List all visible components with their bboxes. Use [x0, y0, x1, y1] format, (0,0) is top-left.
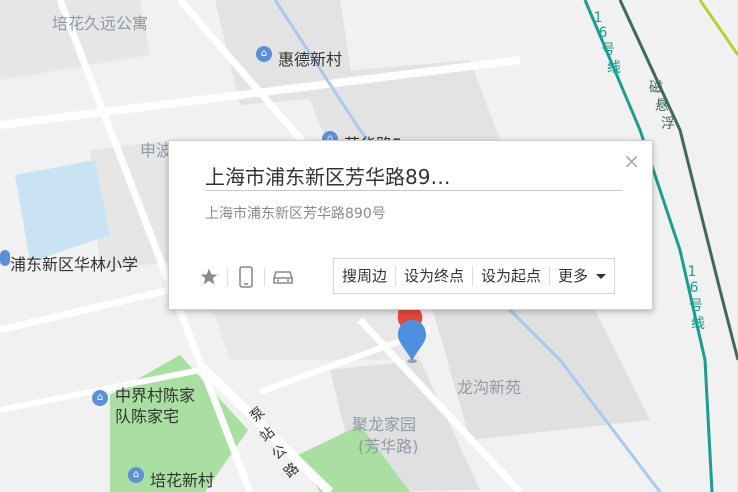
popup-title: 上海市浦东新区芳华路89… [205, 165, 451, 189]
car-icon[interactable] [269, 265, 297, 289]
set-origin-button[interactable]: 设为起点 [473, 259, 549, 293]
set-destination-button[interactable]: 设为终点 [396, 259, 472, 293]
label-hualin-school: 浦东新区华林小学 [10, 255, 139, 274]
location-markers[interactable] [394, 303, 434, 365]
metro-char: 6 [689, 280, 699, 296]
metro-char: 6 [598, 25, 608, 41]
metro-char: 号 [689, 298, 703, 314]
label-huide-village: 惠德新村 [278, 50, 343, 69]
maglev-char: 浮 [661, 116, 675, 132]
separator [264, 268, 265, 286]
popup-address: 上海市浦东新区芳华路890号 [205, 206, 386, 222]
chevron-down-icon [596, 274, 607, 279]
label-julong-2: (芳华路) [358, 437, 419, 456]
building-icon: ⌂ [128, 467, 144, 483]
more-label: 更多 [558, 267, 589, 285]
more-button[interactable]: 更多 [550, 259, 614, 293]
metro-char: 1 [593, 10, 603, 26]
metro-char: 1 [687, 264, 697, 280]
metro-char: 号 [601, 42, 615, 58]
metro-char: 线 [691, 316, 705, 332]
maglev-char: 磁 [649, 80, 663, 96]
popup-action-bar: 搜周边 设为终点 设为起点 更多 [333, 258, 616, 294]
label-peihua-village: 培花新村 [150, 471, 215, 490]
label-julong-1: 聚龙家园 [352, 415, 417, 434]
blue-marker-icon[interactable] [398, 320, 426, 361]
separator [227, 268, 228, 286]
location-popup: × 上海市浦东新区芳华路89… 上海市浦东新区芳华路890号 搜周边 设为终点 … [168, 140, 653, 310]
metro-char: 线 [607, 60, 621, 76]
building-icon: ⌂ [256, 46, 272, 62]
close-icon[interactable]: × [623, 149, 640, 173]
building-icon: ⌂ [92, 390, 108, 406]
school-icon [0, 250, 10, 266]
popup-divider [205, 190, 623, 191]
label-longgou: 龙沟新苑 [457, 378, 522, 397]
search-nearby-button[interactable]: 搜周边 [334, 259, 395, 293]
label-zhongjie-2: 队陈家宅 [115, 407, 180, 426]
star-icon[interactable] [195, 265, 223, 289]
maglev-char: 悬 [655, 98, 669, 114]
popup-icon-row [195, 265, 297, 289]
label-peihua-jiuyuan: 培花久远公寓 [52, 14, 149, 33]
phone-icon[interactable] [232, 265, 260, 289]
